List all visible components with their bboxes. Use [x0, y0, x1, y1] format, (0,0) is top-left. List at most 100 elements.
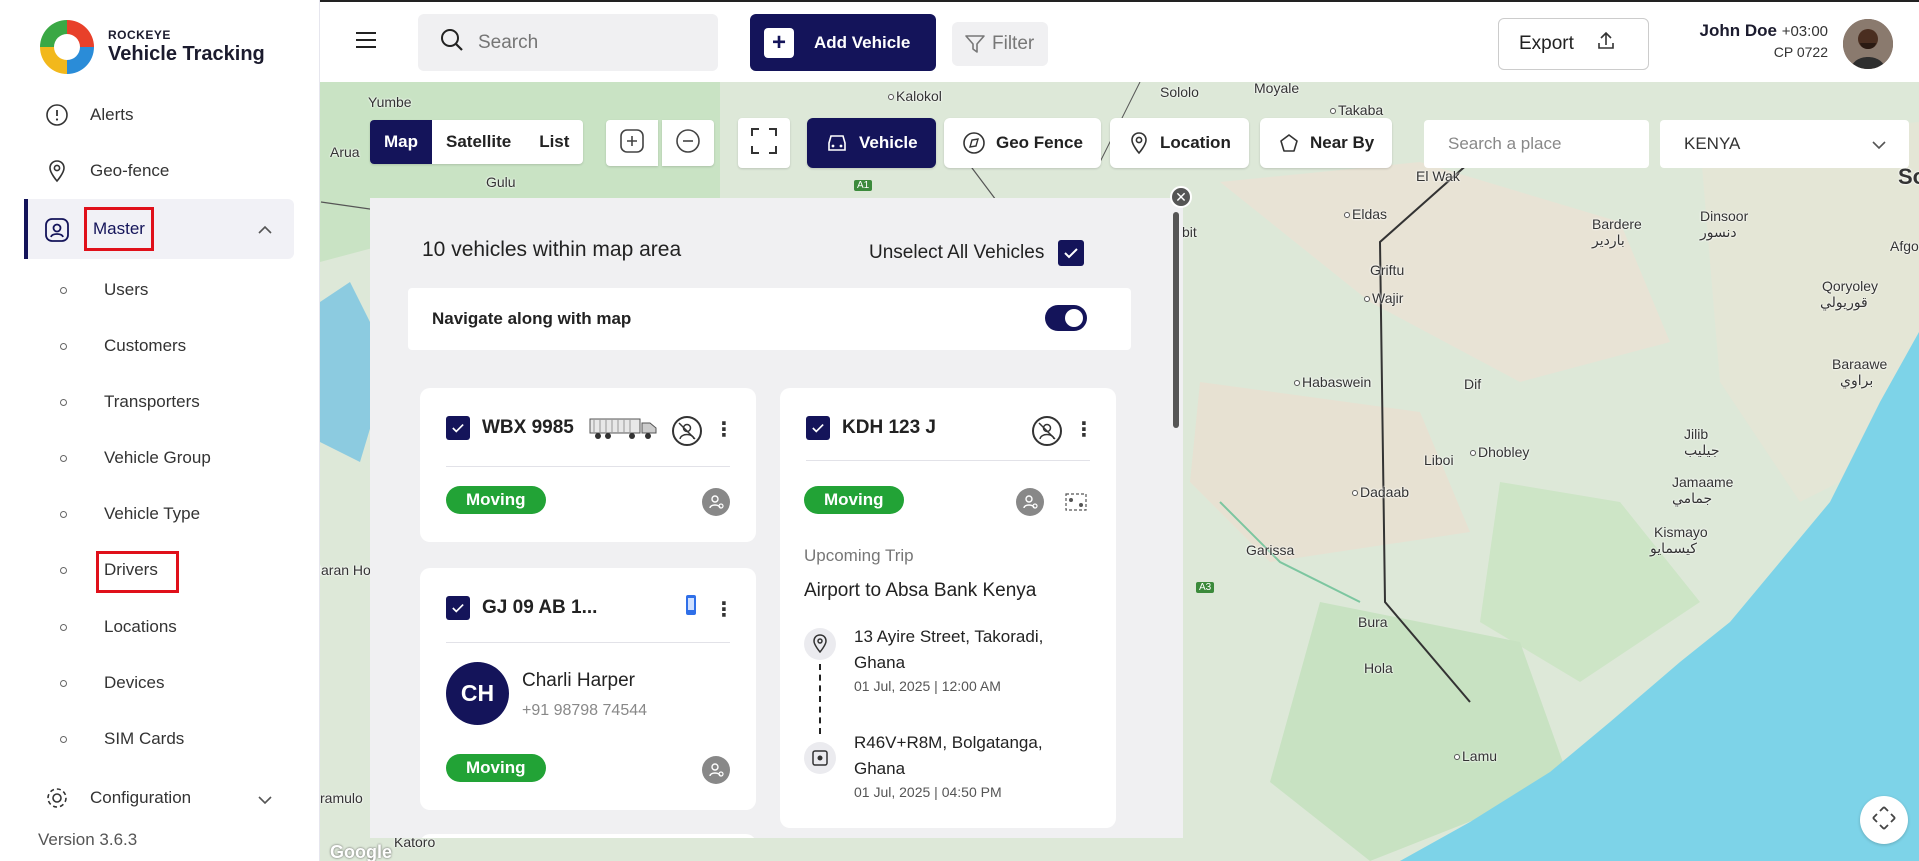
- vehicle-card[interactable]: WBX 9985 ⋮ Moving: [420, 388, 756, 542]
- panel-scrollbar[interactable]: [1173, 212, 1179, 428]
- sidebar-subitem-label: Users: [104, 280, 149, 299]
- bullet-icon: [60, 454, 67, 462]
- tab-map[interactable]: Map: [370, 120, 432, 164]
- navigate-along-toggle[interactable]: [1045, 305, 1087, 331]
- checkbox-checked-icon[interactable]: [806, 416, 830, 440]
- sidebar-subitem-label: SIM Cards: [104, 729, 185, 748]
- sidebar-item-master-label[interactable]: Master: [84, 207, 154, 251]
- tab-list[interactable]: List: [525, 120, 583, 164]
- sidebar-subitem-locations[interactable]: Locations: [60, 617, 177, 637]
- menu-toggle-icon[interactable]: [356, 32, 376, 48]
- map-place-label: Dhobley: [1470, 444, 1529, 460]
- sidebar-item-label: Configuration: [90, 788, 192, 807]
- brand-logo[interactable]: ROCKEYE Vehicle Tracking: [36, 16, 265, 78]
- zoom-in-button[interactable]: [606, 120, 658, 166]
- road-badge: A1: [854, 180, 873, 191]
- sidebar-subitem-drivers[interactable]: Drivers: [60, 560, 158, 580]
- chip-vehicle[interactable]: Vehicle: [807, 118, 936, 168]
- bullet-icon: [60, 623, 67, 631]
- map-place-label: Sololo: [1160, 84, 1199, 100]
- assign-driver-icon[interactable]: [702, 756, 730, 784]
- bullet-icon: [60, 510, 67, 518]
- chip-location[interactable]: Location: [1110, 118, 1249, 168]
- tab-satellite[interactable]: Satellite: [432, 120, 525, 164]
- export-button[interactable]: Export: [1498, 18, 1649, 70]
- checkbox-checked-icon[interactable]: [1058, 240, 1085, 266]
- origin-address: 13 Ayire Street, Takoradi, Ghana: [854, 627, 1044, 672]
- unselect-all-label: Unselect All Vehicles: [869, 242, 1045, 263]
- map-place-label: bit: [1182, 224, 1197, 240]
- recenter-map-button[interactable]: [1860, 796, 1908, 844]
- status-badge: Moving: [446, 754, 546, 782]
- search-icon: [440, 28, 464, 57]
- map-place-label: كيسمايو: [1650, 540, 1697, 556]
- more-options-icon[interactable]: ⋮: [714, 600, 734, 620]
- move-arrows-icon: [1870, 804, 1898, 837]
- place-search-input[interactable]: Search a place: [1424, 120, 1649, 168]
- vehicle-card[interactable]: [420, 834, 756, 838]
- map-place-label: Dif: [1464, 376, 1482, 392]
- sidebar-subitem-vehicle-type[interactable]: Vehicle Type: [60, 504, 200, 524]
- chip-label: Near By: [1310, 133, 1375, 152]
- map-place-label: Griftu: [1370, 262, 1405, 278]
- sidebar-subitem-devices[interactable]: Devices: [60, 673, 164, 693]
- filter-button[interactable]: Filter: [952, 22, 1048, 66]
- panel-title: 10 vehicles within map area: [422, 238, 682, 261]
- sidebar-item-configuration[interactable]: Configuration: [44, 786, 191, 810]
- map-place-label: Baraawe: [1832, 356, 1888, 372]
- vehicles-panel: 10 vehicles within map area Unselect All…: [370, 198, 1183, 838]
- no-driver-icon[interactable]: [1032, 416, 1062, 446]
- fullscreen-button[interactable]: [738, 118, 790, 168]
- zoom-out-button[interactable]: [662, 120, 714, 166]
- more-options-icon[interactable]: ⋮: [714, 420, 734, 440]
- close-panel-icon[interactable]: ✕: [1170, 186, 1192, 208]
- search-input[interactable]: [478, 31, 698, 54]
- country-select[interactable]: KENYA: [1660, 120, 1909, 168]
- sidebar: ROCKEYE Vehicle Tracking Alerts Geo-fenc…: [0, 0, 320, 861]
- chip-near-by[interactable]: Near By: [1260, 118, 1393, 168]
- sidebar-subitem-label: Vehicle Group: [104, 448, 211, 467]
- destination-address: R46V+R8M, Bolgatanga, Ghana: [854, 733, 1043, 778]
- global-search[interactable]: [418, 14, 718, 71]
- route-icon[interactable]: [1064, 492, 1088, 517]
- chevron-down-icon[interactable]: [258, 792, 272, 810]
- chevron-up-icon[interactable]: [258, 222, 272, 240]
- avatar[interactable]: [1843, 19, 1893, 69]
- bullet-icon: [60, 735, 67, 743]
- sidebar-subitem-sim-cards[interactable]: SIM Cards: [60, 729, 184, 749]
- chip-geo-fence[interactable]: Geo Fence: [944, 118, 1101, 168]
- sidebar-subitem-customers[interactable]: Customers: [60, 336, 186, 356]
- sidebar-item-geo-fence[interactable]: Geo-fence: [44, 158, 169, 184]
- checkbox-checked-icon[interactable]: [446, 416, 470, 440]
- vehicle-card[interactable]: GJ 09 AB 1... ⋮ CH Charli Harper +91 987…: [420, 568, 756, 810]
- sidebar-item-alerts[interactable]: Alerts: [44, 102, 133, 128]
- assign-driver-icon[interactable]: [702, 488, 730, 516]
- vehicle-plate: WBX 9985: [482, 417, 574, 438]
- driver-name: Charli Harper: [522, 670, 635, 691]
- destination-time: 01 Jul, 2025 | 04:50 PM: [854, 784, 1002, 800]
- add-vehicle-button[interactable]: + Add Vehicle: [750, 14, 936, 71]
- map-place-label: ramulo: [320, 790, 363, 806]
- map-place-label: Bura: [1358, 614, 1388, 630]
- assign-driver-icon[interactable]: [1016, 488, 1044, 516]
- navigate-along-label: Navigate along with map: [432, 309, 632, 328]
- map-place-label: قوريولي: [1820, 294, 1868, 310]
- more-options-icon[interactable]: ⋮: [1074, 420, 1094, 440]
- plus-icon: +: [764, 27, 794, 58]
- top-bar: + Add Vehicle Filter Export John Doe +03…: [320, 0, 1919, 82]
- sidebar-subitem-users[interactable]: Users: [60, 280, 148, 300]
- vehicle-card[interactable]: KDH 123 J ⋮ Moving Upcoming Trip Airport…: [780, 388, 1116, 828]
- origin-pin-icon: [804, 628, 836, 660]
- unselect-all-toggle[interactable]: Unselect All Vehicles: [869, 240, 1085, 266]
- sidebar-subitem-transporters[interactable]: Transporters: [60, 392, 200, 412]
- bullet-icon: [60, 398, 67, 406]
- map-place-label: Bardere: [1592, 216, 1642, 232]
- no-driver-icon[interactable]: [672, 416, 702, 446]
- trip-label: Upcoming Trip: [804, 546, 914, 565]
- chip-label: Geo Fence: [996, 133, 1083, 152]
- user-badge-icon: [44, 217, 70, 248]
- user-info[interactable]: John Doe +03:00 CP 0722: [1670, 20, 1828, 62]
- map-place-label: جيليب: [1684, 442, 1720, 458]
- checkbox-checked-icon[interactable]: [446, 596, 470, 620]
- sidebar-subitem-vehicle-group[interactable]: Vehicle Group: [60, 448, 211, 468]
